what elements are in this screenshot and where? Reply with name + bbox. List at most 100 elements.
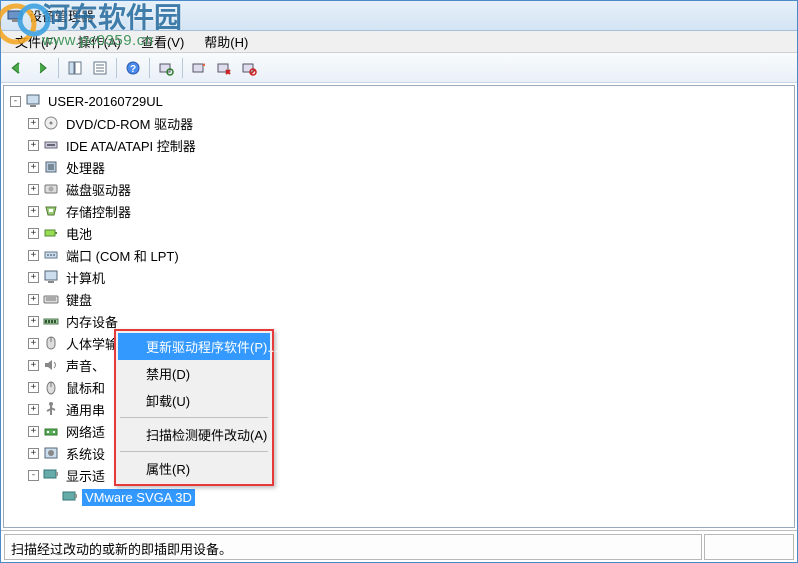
statusbar: 扫描经过改动的或新的即插即用设备。 (1, 530, 797, 562)
titlebar[interactable]: 设备管理器 (1, 1, 797, 31)
tree-device-selected[interactable]: VMware SVGA 3D (6, 486, 792, 508)
category-label: 鼠标和 (63, 377, 108, 398)
expander-icon[interactable]: + (28, 250, 39, 261)
back-button[interactable] (5, 56, 29, 80)
disc-icon (43, 115, 59, 131)
tree-category[interactable]: + DVD/CD-ROM 驱动器 (6, 112, 792, 134)
expander-icon[interactable]: + (28, 404, 39, 415)
category-label: 电池 (63, 223, 95, 244)
computer-icon (43, 269, 59, 285)
expander-icon[interactable]: + (28, 338, 39, 349)
hdd-icon (43, 181, 59, 197)
battery-icon (43, 225, 59, 241)
selected-device-label: VMware SVGA 3D (82, 489, 195, 506)
cpu-icon (43, 159, 59, 175)
menubar: 文件(F) 操作(A) 查看(V) 帮助(H) (1, 31, 797, 53)
hid-icon (43, 335, 59, 351)
update-driver-button[interactable] (187, 56, 211, 80)
svg-text:?: ? (130, 64, 136, 75)
show-hide-button[interactable] (63, 56, 87, 80)
category-label: 端口 (COM 和 LPT) (63, 245, 182, 266)
expander-icon[interactable]: + (28, 272, 39, 283)
uninstall-button[interactable] (212, 56, 236, 80)
cm-scan[interactable]: 扫描检测硬件改动(A) (118, 421, 270, 448)
expander-icon[interactable]: + (28, 448, 39, 459)
title-text: 设备管理器 (29, 6, 94, 25)
expander-icon[interactable]: + (28, 426, 39, 437)
properties-button[interactable] (88, 56, 112, 80)
context-menu: 更新驱动程序软件(P)... 禁用(D) 卸载(U) 扫描检测硬件改动(A) 属… (114, 329, 274, 486)
category-label: 处理器 (63, 157, 108, 178)
memory-icon (43, 313, 59, 329)
tree-category[interactable]: + IDE ATA/ATAPI 控制器 (6, 134, 792, 156)
toolbar-separator (182, 58, 183, 78)
category-label: 显示适 (63, 465, 108, 486)
forward-button[interactable] (30, 56, 54, 80)
status-text: 扫描经过改动的或新的即插即用设备。 (4, 534, 702, 560)
expander-icon[interactable]: + (28, 184, 39, 195)
content-area: - USER-20160729UL + DVD/CD-ROM 驱动器 + IDE AT… (1, 83, 797, 530)
usb-icon (43, 401, 59, 417)
toolbar: ? (1, 53, 797, 83)
expander-icon[interactable]: - (10, 96, 21, 107)
expander-icon[interactable]: + (28, 140, 39, 151)
category-label: DVD/CD-ROM 驱动器 (63, 113, 196, 134)
expander-icon[interactable]: + (28, 316, 39, 327)
tree-root[interactable]: - USER-20160729UL (6, 90, 792, 112)
storage-icon (43, 203, 59, 219)
tree-category[interactable]: + 存储控制器 (6, 200, 792, 222)
disable-button[interactable] (237, 56, 261, 80)
category-label: 磁盘驱动器 (63, 179, 134, 200)
network-icon (43, 423, 59, 439)
expander-icon[interactable]: + (28, 382, 39, 393)
category-label: IDE ATA/ATAPI 控制器 (63, 135, 199, 156)
device-manager-window: 设备管理器 文件(F) 操作(A) 查看(V) 帮助(H) ? - USER-2… (0, 0, 798, 563)
tree-category[interactable]: + 端口 (COM 和 LPT) (6, 244, 792, 266)
toolbar-separator (149, 58, 150, 78)
category-label: 存储控制器 (63, 201, 134, 222)
computer-icon (25, 93, 41, 109)
help-button[interactable]: ? (121, 56, 145, 80)
menu-file[interactable]: 文件(F) (5, 30, 68, 53)
scan-hardware-button[interactable] (154, 56, 178, 80)
category-label: 声音、 (63, 355, 108, 376)
app-icon (7, 8, 23, 24)
cm-disable[interactable]: 禁用(D) (118, 360, 270, 387)
sound-icon (43, 357, 59, 373)
device-tree[interactable]: - USER-20160729UL + DVD/CD-ROM 驱动器 + IDE AT… (3, 85, 795, 528)
expander-icon[interactable]: + (28, 118, 39, 129)
display-adapter-icon (62, 489, 78, 505)
tree-category[interactable]: + 磁盘驱动器 (6, 178, 792, 200)
cm-separator (120, 451, 268, 452)
tree-category[interactable]: + 计算机 (6, 266, 792, 288)
category-label: 通用串 (63, 399, 108, 420)
toolbar-separator (58, 58, 59, 78)
toolbar-separator (116, 58, 117, 78)
cm-separator (120, 417, 268, 418)
category-label: 键盘 (63, 289, 95, 310)
cm-properties[interactable]: 属性(R) (118, 455, 270, 482)
category-label: 计算机 (63, 267, 108, 288)
root-label: USER-20160729UL (45, 93, 166, 110)
expander-icon[interactable]: + (28, 360, 39, 371)
keyboard-icon (43, 291, 59, 307)
category-label: 内存设备 (63, 311, 121, 332)
tree-category[interactable]: + 处理器 (6, 156, 792, 178)
menu-help[interactable]: 帮助(H) (194, 30, 258, 53)
cm-update-driver[interactable]: 更新驱动程序软件(P)... (118, 333, 270, 360)
menu-action[interactable]: 操作(A) (68, 30, 131, 53)
category-label: 系统设 (63, 443, 108, 464)
expander-icon[interactable]: + (28, 162, 39, 173)
mouse-icon (43, 379, 59, 395)
tree-category[interactable]: + 键盘 (6, 288, 792, 310)
menu-view[interactable]: 查看(V) (131, 30, 194, 53)
display-icon (43, 467, 59, 483)
expander-icon[interactable]: + (28, 294, 39, 305)
cm-uninstall[interactable]: 卸载(U) (118, 387, 270, 414)
expander-icon[interactable]: - (28, 470, 39, 481)
status-cell-empty (704, 534, 794, 560)
expander-icon[interactable]: + (28, 228, 39, 239)
tree-category[interactable]: + 电池 (6, 222, 792, 244)
expander-icon[interactable]: + (28, 206, 39, 217)
port-icon (43, 247, 59, 263)
